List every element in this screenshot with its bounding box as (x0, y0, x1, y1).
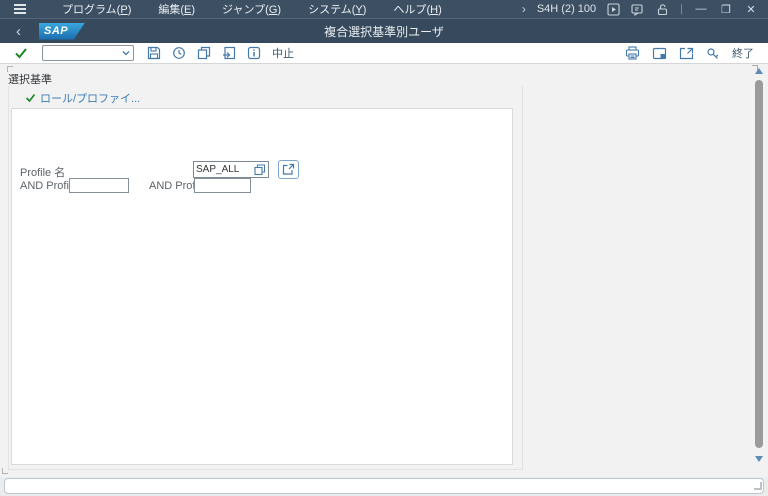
toolbar-left-icons: 中止 (147, 45, 294, 61)
maximize-button[interactable]: ❐ (719, 3, 733, 16)
resize-grip[interactable] (754, 482, 762, 490)
menu-goto[interactable]: ジャンプ(G) (222, 1, 281, 17)
multiple-selection-button[interactable] (278, 160, 299, 179)
dialog-window-icon[interactable] (631, 3, 645, 16)
menu-bar-right: › S4H (2) 100 | — ❐ ✕ (522, 2, 768, 16)
tab-label: ロール/プロファイ... (40, 90, 140, 106)
application-toolbar: 中止 終了 (0, 43, 768, 64)
value-help-icon[interactable] (251, 162, 268, 177)
open-window-icon[interactable] (679, 47, 694, 60)
command-input[interactable] (43, 47, 121, 59)
multiple-selection-icon (282, 163, 295, 176)
clock-icon[interactable] (172, 46, 186, 60)
chevron-down-icon[interactable] (121, 49, 131, 57)
and-profile-1-input[interactable] (69, 178, 129, 193)
info-icon[interactable] (247, 46, 261, 60)
status-message-field (4, 478, 764, 494)
system-session-info: S4H (2) 100 (537, 3, 596, 15)
screen-body: 選択基準 ロール/プロファイ... Profile 名 (0, 64, 768, 477)
import-icon[interactable] (222, 46, 236, 60)
menu-system[interactable]: システム(Y) (308, 1, 366, 17)
profile-name-field[interactable] (193, 161, 269, 178)
command-field[interactable] (42, 45, 134, 61)
menu-edit[interactable]: 編集(E) (158, 1, 195, 17)
minimize-button[interactable]: — (694, 3, 708, 15)
scroll-up-icon[interactable] (755, 68, 763, 74)
copy-icon[interactable] (197, 46, 211, 60)
shortcut-key-icon[interactable] (706, 47, 720, 60)
separator: | (680, 3, 683, 15)
menu-items: プログラム(P) 編集(E) ジャンプ(G) システム(Y) ヘルプ(H) (62, 1, 442, 17)
and-profile-2-input[interactable] (194, 178, 251, 193)
boxed-play-icon[interactable] (607, 3, 620, 16)
status-bar (0, 477, 768, 496)
selection-criteria-group-title: 選択基準 (8, 71, 52, 87)
scroll-down-icon[interactable] (755, 456, 763, 462)
menu-help[interactable]: ヘルプ(H) (393, 1, 441, 17)
profile-name-label: Profile 名 (20, 164, 65, 180)
role-profile-tab-panel: Profile 名 AND Profil. AND Profil. (11, 108, 513, 465)
menu-bar: プログラム(P) 編集(E) ジャンプ(G) システム(Y) ヘルプ(H) › … (0, 0, 768, 19)
back-button[interactable]: ‹ (16, 24, 21, 39)
cancel-button[interactable]: 中止 (272, 45, 294, 61)
selection-criteria-group: ロール/プロファイ... Profile 名 AND Profil. AND P… (8, 86, 523, 470)
unlock-icon[interactable] (656, 3, 669, 16)
overflow-chevron-icon[interactable]: › (522, 2, 526, 16)
sap-gui-window: プログラム(P) 編集(E) ジャンプ(G) システム(Y) ヘルプ(H) › … (0, 0, 768, 496)
print-icon[interactable] (625, 46, 640, 60)
scrollbar-thumb[interactable] (755, 80, 763, 448)
enter-check-button[interactable] (14, 47, 28, 59)
new-session-icon[interactable] (652, 47, 667, 60)
save-icon[interactable] (147, 46, 161, 60)
tab-check-icon (25, 93, 36, 103)
profile-name-input[interactable] (194, 164, 251, 175)
tabstrip: ロール/プロファイ... (9, 86, 522, 108)
menu-program[interactable]: プログラム(P) (62, 1, 131, 17)
sap-logo: SAP (39, 23, 85, 40)
toolbar-right-icons: 終了 (625, 45, 768, 61)
close-button[interactable]: ✕ (744, 3, 758, 16)
vertical-scrollbar[interactable] (754, 64, 765, 474)
screen-title: 複合選択基準別ユーザ (0, 23, 768, 40)
title-bar: ‹ SAP 複合選択基準別ユーザ (0, 19, 768, 43)
hamburger-menu-icon[interactable] (14, 4, 26, 14)
exit-button[interactable]: 終了 (732, 45, 754, 61)
and-profile-1-label: AND Profil. (20, 180, 74, 192)
